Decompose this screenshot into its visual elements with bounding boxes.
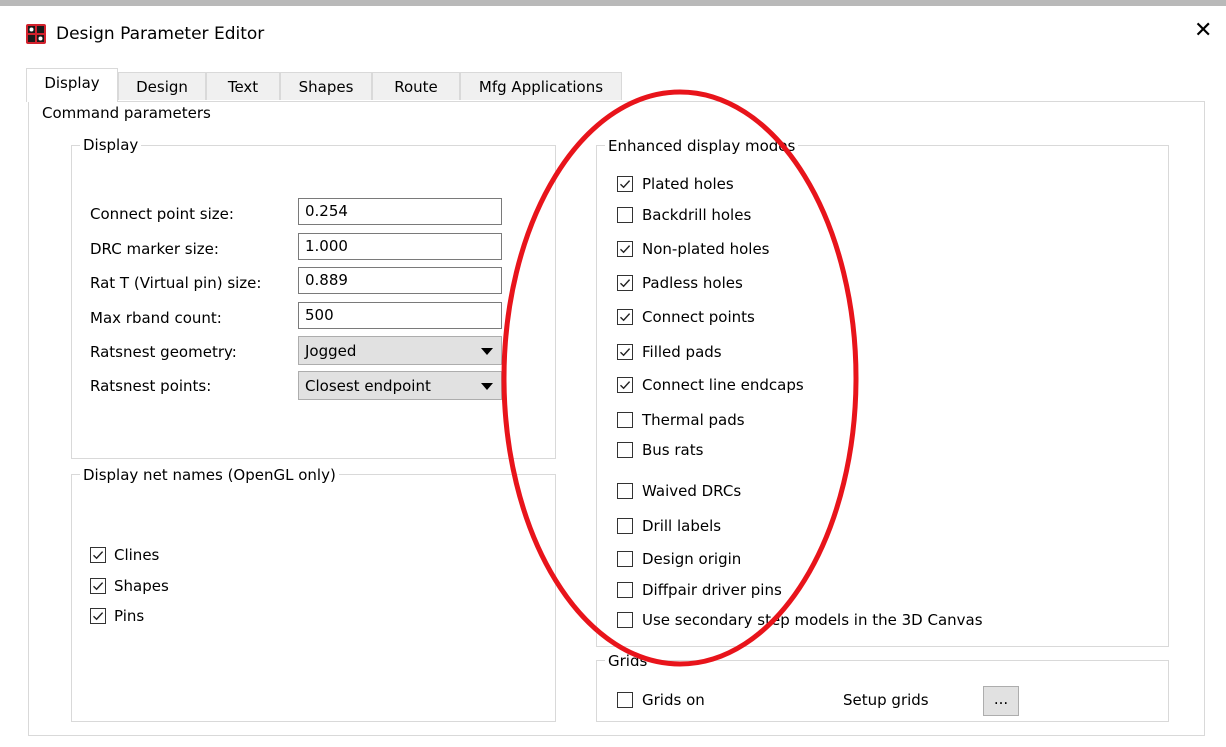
checkmark-icon bbox=[620, 381, 631, 390]
net-names-group-title: Display net names (OpenGL only) bbox=[80, 466, 339, 484]
pins-label: Pins bbox=[114, 607, 145, 625]
max-rband-count-input[interactable]: 500 bbox=[298, 302, 502, 329]
display-group-title: Display bbox=[80, 136, 142, 154]
filled-pads-checkbox[interactable] bbox=[617, 344, 633, 360]
ratsnest-geometry-value: Jogged bbox=[305, 342, 357, 360]
thermal-pads-label: Thermal pads bbox=[642, 411, 745, 429]
use-secondary-step-models-in-the-3d-canvas-label: Use secondary step models in the 3D Canv… bbox=[642, 611, 983, 629]
plated-holes-label: Plated holes bbox=[642, 175, 734, 193]
ratsnest-points-value: Closest endpoint bbox=[305, 377, 431, 395]
dropdown-arrow-icon bbox=[481, 383, 493, 390]
tab-shapes[interactable]: Shapes bbox=[280, 72, 372, 100]
drc-marker-size-input[interactable]: 1.000 bbox=[298, 233, 502, 260]
checkmark-icon bbox=[93, 612, 104, 621]
filled-pads-label: Filled pads bbox=[642, 343, 722, 361]
drill-labels-checkbox[interactable] bbox=[617, 518, 633, 534]
app-logo-icon bbox=[26, 24, 46, 44]
shapes-label: Shapes bbox=[114, 577, 169, 595]
grids-group-title: Grids bbox=[605, 652, 651, 670]
command-parameters-label: Command parameters bbox=[40, 104, 213, 122]
rat-t-size-label: Rat T (Virtual pin) size: bbox=[90, 274, 262, 292]
non-plated-holes-label: Non-plated holes bbox=[642, 240, 770, 258]
waived-drcs-checkbox[interactable] bbox=[617, 483, 633, 499]
padless-holes-label: Padless holes bbox=[642, 274, 743, 292]
connect-line-endcaps-label: Connect line endcaps bbox=[642, 376, 804, 394]
bus-rats-checkbox[interactable] bbox=[617, 442, 633, 458]
tab-display[interactable]: Display bbox=[26, 68, 118, 102]
shapes-checkbox[interactable] bbox=[90, 578, 106, 594]
window-top-border bbox=[0, 0, 1226, 6]
backdrill-holes-checkbox[interactable] bbox=[617, 207, 633, 223]
window-title: Design Parameter Editor bbox=[56, 24, 265, 44]
drc-marker-size-label: DRC marker size: bbox=[90, 240, 219, 258]
design-origin-checkbox[interactable] bbox=[617, 551, 633, 567]
connect-point-size-input[interactable]: 0.254 bbox=[298, 198, 502, 225]
ratsnest-geometry-label: Ratsnest geometry: bbox=[90, 343, 237, 361]
waived-drcs-label: Waived DRCs bbox=[642, 482, 742, 500]
plated-holes-checkbox[interactable] bbox=[617, 176, 633, 192]
pins-checkbox[interactable] bbox=[90, 608, 106, 624]
padless-holes-checkbox[interactable] bbox=[617, 275, 633, 291]
tab-design[interactable]: Design bbox=[118, 72, 206, 100]
net-names-group bbox=[71, 474, 556, 722]
grids-on-checkbox[interactable] bbox=[617, 692, 633, 708]
connect-line-endcaps-checkbox[interactable] bbox=[617, 377, 633, 393]
bus-rats-label: Bus rats bbox=[642, 441, 704, 459]
enhanced-display-group-title: Enhanced display modes bbox=[605, 137, 799, 155]
non-plated-holes-checkbox[interactable] bbox=[617, 241, 633, 257]
design-origin-label: Design origin bbox=[642, 550, 742, 568]
checkmark-icon bbox=[620, 279, 631, 288]
tab-text[interactable]: Text bbox=[206, 72, 280, 100]
tab-route[interactable]: Route bbox=[372, 72, 460, 100]
grids-on-label: Grids on bbox=[642, 691, 705, 709]
ratsnest-points-select[interactable]: Closest endpoint bbox=[298, 371, 502, 400]
setup-grids-label: Setup grids bbox=[843, 691, 929, 709]
backdrill-holes-label: Backdrill holes bbox=[642, 206, 752, 224]
dropdown-arrow-icon bbox=[481, 348, 493, 355]
ratsnest-geometry-select[interactable]: Jogged bbox=[298, 336, 502, 365]
connect-point-size-label: Connect point size: bbox=[90, 205, 234, 223]
use-secondary-step-models-in-the-3d-canvas-checkbox[interactable] bbox=[617, 612, 633, 628]
connect-points-checkbox[interactable] bbox=[617, 309, 633, 325]
diffpair-driver-pins-checkbox[interactable] bbox=[617, 582, 633, 598]
checkmark-icon bbox=[93, 582, 104, 591]
max-rband-count-label: Max rband count: bbox=[90, 309, 222, 327]
clines-checkbox[interactable] bbox=[90, 547, 106, 563]
checkmark-icon bbox=[620, 313, 631, 322]
drill-labels-label: Drill labels bbox=[642, 517, 722, 535]
tab-mfg-applications[interactable]: Mfg Applications bbox=[460, 72, 622, 100]
clines-label: Clines bbox=[114, 546, 160, 564]
checkmark-icon bbox=[620, 348, 631, 357]
close-icon[interactable]: ✕ bbox=[1194, 20, 1212, 42]
rat-t-size-input[interactable]: 0.889 bbox=[298, 267, 502, 294]
checkmark-icon bbox=[620, 180, 631, 189]
ratsnest-points-label: Ratsnest points: bbox=[90, 377, 212, 395]
checkmark-icon bbox=[93, 551, 104, 560]
thermal-pads-checkbox[interactable] bbox=[617, 412, 633, 428]
checkmark-icon bbox=[620, 245, 631, 254]
setup-grids-button[interactable]: ... bbox=[983, 686, 1019, 716]
diffpair-driver-pins-label: Diffpair driver pins bbox=[642, 581, 782, 599]
connect-points-label: Connect points bbox=[642, 308, 755, 326]
